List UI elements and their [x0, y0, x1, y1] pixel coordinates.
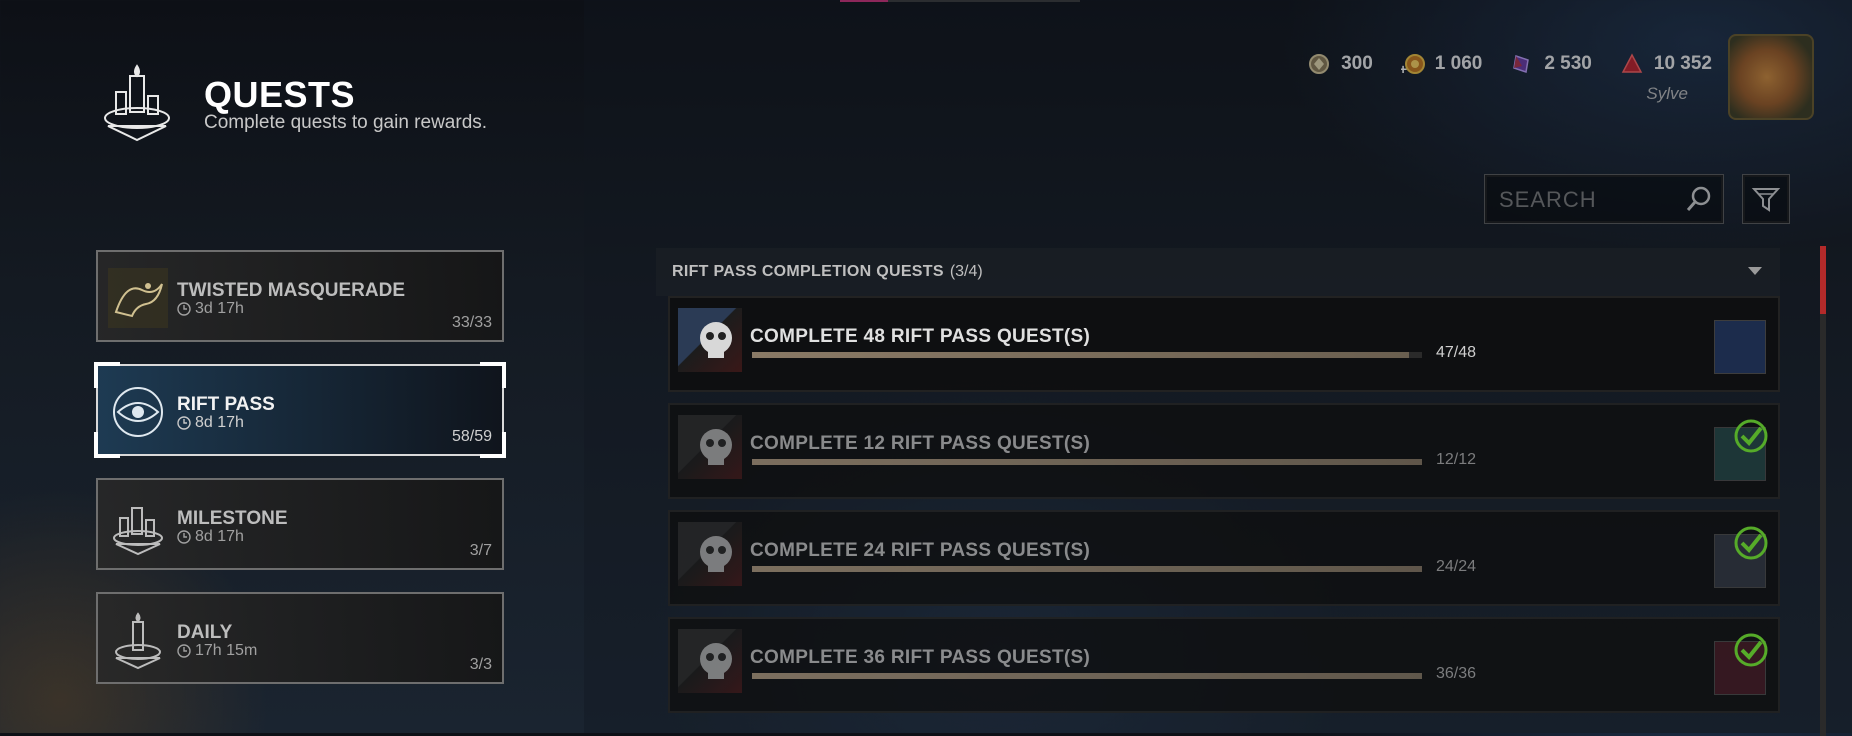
- quest-title: COMPLETE 36 RIFT PASS QUEST(S): [750, 647, 1091, 668]
- quest-list-scrollbar[interactable]: [1820, 246, 1826, 736]
- clock-icon: [177, 644, 191, 658]
- checkmark-icon: [1734, 633, 1768, 667]
- quest-group-count: (3/4): [949, 263, 983, 280]
- quest-group-header[interactable]: RIFT PASS COMPLETION QUESTS (3/4): [656, 248, 1780, 296]
- category-name: MILESTONE: [177, 508, 288, 529]
- skull-quest-icon: [678, 415, 742, 479]
- candles-icon: [113, 507, 163, 556]
- quest-progress-text: 47/48: [1436, 344, 1477, 361]
- category-time-text: 8d 17h: [195, 528, 244, 545]
- checkmark-icon: [1734, 526, 1768, 560]
- category-milestone[interactable]: MILESTONE 8d 17h 3/7: [96, 478, 504, 570]
- quest-progress-bar: [752, 673, 1422, 679]
- quest-title: COMPLETE 12 RIFT PASS QUEST(S): [750, 433, 1091, 454]
- category-name: RIFT PASS: [177, 394, 275, 415]
- category-name: DAILY: [177, 622, 233, 643]
- clock-icon: [177, 530, 191, 544]
- skull-quest-icon: [678, 308, 742, 372]
- candle-icon: [115, 612, 161, 670]
- quest-reward-thumbnail[interactable]: [1714, 526, 1768, 588]
- page-subtitle: Complete quests to gain rewards.: [204, 112, 488, 133]
- page-title: QUESTS: [204, 74, 356, 115]
- clock-icon: [177, 302, 191, 316]
- skull-quest-icon: [678, 629, 742, 693]
- quest-group-title: RIFT PASS COMPLETION QUESTS: [672, 263, 944, 280]
- rift-eye-icon: [113, 387, 163, 437]
- selection-corner: [480, 362, 506, 388]
- quest-row[interactable]: COMPLETE 12 RIFT PASS QUEST(S) 12/12: [668, 403, 1780, 499]
- category-count: 3/3: [469, 656, 492, 673]
- chevron-down-icon[interactable]: [1748, 267, 1762, 275]
- quest-progress-bar: [752, 352, 1422, 358]
- quest-progress-bar: [752, 459, 1422, 465]
- quest-reward-thumbnail[interactable]: [1714, 419, 1768, 481]
- quests-candle-icon: [104, 64, 170, 142]
- category-count: 33/33: [451, 314, 492, 331]
- quest-progress-text: 12/12: [1436, 451, 1477, 468]
- category-count: 58/59: [451, 428, 492, 445]
- quest-progress-text: 36/36: [1436, 665, 1477, 682]
- category-time-text: 17h 15m: [195, 642, 258, 659]
- skull-quest-icon: [678, 522, 742, 586]
- checkmark-icon: [1734, 419, 1768, 453]
- category-daily[interactable]: DAILY 17h 15m 3/3: [96, 592, 504, 684]
- quest-progress-fill: [752, 459, 1422, 465]
- quest-progress-fill: [752, 566, 1422, 572]
- category-count: 3/7: [469, 542, 492, 559]
- category-twisted-masquerade[interactable]: TWISTED MASQUERADE 3d 17h 33/33: [96, 250, 504, 342]
- masquerade-dragon-icon: [108, 268, 168, 328]
- category-time-text: 8d 17h: [195, 414, 244, 431]
- quest-title: COMPLETE 24 RIFT PASS QUEST(S): [750, 540, 1091, 561]
- quest-progress-bar: [752, 566, 1422, 572]
- quest-row[interactable]: COMPLETE 36 RIFT PASS QUEST(S) 36/36: [668, 617, 1780, 713]
- category-time-text: 3d 17h: [195, 300, 244, 317]
- quest-row[interactable]: COMPLETE 24 RIFT PASS QUEST(S) 24/24: [668, 510, 1780, 606]
- quest-title: COMPLETE 48 RIFT PASS QUEST(S): [750, 326, 1091, 347]
- quest-progress-fill: [752, 673, 1422, 679]
- quest-progress-text: 24/24: [1436, 558, 1477, 575]
- quest-reward-thumbnail[interactable]: [1714, 633, 1768, 695]
- category-rift-pass[interactable]: RIFT PASS 8d 17h 58/59: [94, 362, 506, 458]
- clock-icon: [177, 416, 191, 430]
- category-time: 3d 17h: [177, 300, 244, 318]
- category-name: TWISTED MASQUERADE: [177, 280, 405, 301]
- category-time: 17h 15m: [177, 642, 257, 660]
- category-time: 8d 17h: [177, 528, 244, 546]
- scrollbar-thumb[interactable]: [1820, 246, 1826, 314]
- quest-progress-fill: [752, 352, 1409, 358]
- quest-row[interactable]: COMPLETE 48 RIFT PASS QUEST(S) 47/48: [668, 296, 1780, 392]
- category-time: 8d 17h: [177, 414, 244, 432]
- quest-reward-thumbnail[interactable]: [1714, 320, 1766, 374]
